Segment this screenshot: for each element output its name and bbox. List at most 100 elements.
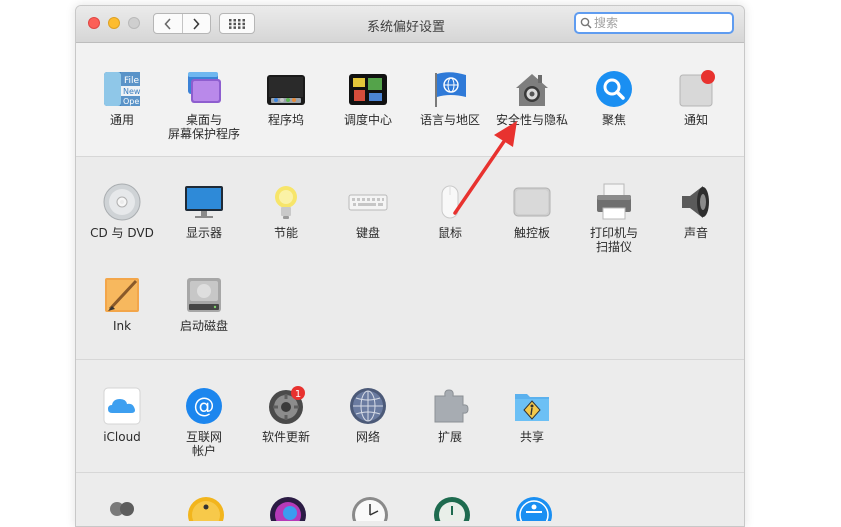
search-input[interactable] bbox=[594, 15, 726, 31]
trackpad-icon bbox=[513, 187, 551, 217]
mission-control-icon bbox=[349, 74, 387, 105]
pref-energy-saver[interactable]: 节能 bbox=[245, 182, 327, 240]
pref-label: 显示器 bbox=[185, 226, 222, 240]
search-icon bbox=[580, 17, 592, 29]
pref-cd-dvd[interactable]: CD 与 DVD bbox=[81, 182, 163, 240]
pref-label: 启动磁盘 bbox=[179, 319, 228, 333]
monitor-icon bbox=[185, 186, 223, 218]
pref-printers-scanners[interactable]: 打印机与 扫描仪 bbox=[573, 182, 655, 254]
pref-language-region[interactable]: 语言与地区 bbox=[409, 69, 491, 127]
disc-icon bbox=[103, 183, 141, 221]
pref-label: 软件更新 bbox=[261, 430, 310, 444]
speaker-icon bbox=[682, 186, 709, 218]
minimize-button[interactable] bbox=[108, 17, 120, 29]
siri-icon[interactable] bbox=[268, 495, 308, 521]
ink-icon bbox=[105, 278, 139, 312]
general-icon: File New Ope bbox=[104, 72, 141, 106]
pref-software-update[interactable]: 1 软件更新 bbox=[245, 386, 327, 444]
search-field[interactable] bbox=[574, 12, 734, 34]
users-groups-icon[interactable] bbox=[107, 501, 137, 521]
keyboard-icon bbox=[348, 194, 388, 211]
desktop-screensaver-icon bbox=[188, 72, 221, 103]
pref-label: 聚焦 bbox=[601, 113, 626, 127]
mouse-icon bbox=[441, 185, 459, 219]
hardware-section: CD 与 DVD 显示器 节能 键盘 鼠标 触控板 打印机与 扫描仪 声音 In… bbox=[76, 157, 744, 360]
show-all-button[interactable] bbox=[219, 13, 255, 34]
pref-extensions[interactable]: 扩展 bbox=[409, 386, 491, 444]
nav-buttons bbox=[153, 13, 211, 34]
pref-notifications[interactable]: 通知 bbox=[655, 69, 737, 127]
pref-keyboard[interactable]: 键盘 bbox=[327, 182, 409, 240]
system-preferences-window: 系统偏好设置 File New Ope 通用 bbox=[75, 5, 745, 527]
at-sign-icon: @ bbox=[186, 388, 222, 424]
time-machine-icon[interactable] bbox=[432, 495, 472, 521]
pref-label: 共享 bbox=[519, 430, 544, 444]
pref-label-line2: 扫描仪 bbox=[595, 240, 632, 254]
pref-label: 扩展 bbox=[437, 430, 462, 444]
pref-label: 通知 bbox=[683, 113, 708, 127]
pref-sound[interactable]: 声音 bbox=[655, 182, 737, 240]
pref-label: CD 与 DVD bbox=[90, 226, 154, 240]
printer-icon bbox=[597, 183, 631, 220]
internet-section: iCloud @ 互联网 帐户 1 软件更新 网络 扩展 共享 bbox=[76, 360, 744, 473]
pref-mission-control[interactable]: 调度中心 bbox=[327, 69, 409, 127]
sharing-folder-icon bbox=[515, 394, 549, 421]
clock-icon[interactable] bbox=[350, 495, 390, 521]
house-lock-icon bbox=[516, 74, 548, 106]
pref-label: 通用 bbox=[109, 113, 134, 127]
pref-label: 打印机与 bbox=[589, 226, 638, 240]
pref-label: 调度中心 bbox=[343, 113, 392, 127]
pref-label: iCloud bbox=[103, 430, 141, 444]
pref-spotlight[interactable]: 聚焦 bbox=[573, 69, 655, 127]
general-icon-text-2: New bbox=[123, 87, 141, 96]
forward-button[interactable] bbox=[181, 14, 211, 33]
system-section bbox=[76, 473, 744, 526]
svg-text:@: @ bbox=[194, 394, 215, 418]
pref-label: 触控板 bbox=[513, 226, 550, 240]
pref-desktop-screensaver[interactable]: 桌面与 屏幕保护程序 bbox=[163, 69, 245, 141]
pref-label: 互联网 bbox=[185, 430, 222, 444]
pref-label-line2: 帐户 bbox=[191, 444, 216, 458]
pref-label: Ink bbox=[112, 319, 132, 333]
close-button[interactable] bbox=[88, 17, 100, 29]
chevron-left-icon bbox=[164, 17, 171, 30]
pref-label: 鼠标 bbox=[437, 226, 462, 240]
gear-icon: 1 bbox=[269, 386, 305, 424]
pref-label: 程序坞 bbox=[267, 113, 304, 127]
back-button[interactable] bbox=[154, 14, 182, 33]
pref-general[interactable]: File New Ope 通用 bbox=[81, 69, 163, 127]
flag-globe-icon bbox=[435, 72, 466, 107]
pref-security-privacy[interactable]: 安全性与隐私 bbox=[491, 69, 573, 127]
pref-mouse[interactable]: 鼠标 bbox=[409, 182, 491, 240]
personal-section: File New Ope 通用 桌面与 屏幕保护程序 程序坞 调度中心 语言与地… bbox=[76, 43, 744, 157]
general-icon-text-1: File bbox=[124, 76, 140, 86]
pref-internet-accounts[interactable]: @ 互联网 帐户 bbox=[163, 386, 245, 458]
parental-controls-icon[interactable] bbox=[186, 495, 226, 521]
notifications-icon bbox=[679, 70, 715, 107]
hard-disk-icon bbox=[187, 278, 221, 312]
zoom-button[interactable] bbox=[128, 17, 140, 29]
pref-label: 语言与地区 bbox=[419, 113, 480, 127]
pref-icloud[interactable]: iCloud bbox=[81, 386, 163, 444]
lightbulb-icon bbox=[275, 186, 297, 219]
pref-label: 安全性与隐私 bbox=[495, 113, 568, 127]
grid-icon bbox=[229, 18, 245, 29]
pref-label: 桌面与 bbox=[185, 113, 222, 127]
pref-label-line2: 屏幕保护程序 bbox=[167, 127, 240, 141]
title-bar: 系统偏好设置 bbox=[76, 6, 744, 43]
pref-sharing[interactable]: 共享 bbox=[491, 386, 573, 444]
pref-label: 网络 bbox=[355, 430, 380, 444]
accessibility-icon[interactable] bbox=[514, 495, 554, 521]
pref-label: 声音 bbox=[683, 226, 708, 240]
general-icon-text-3: Ope bbox=[123, 97, 139, 106]
dock-icon bbox=[267, 75, 305, 105]
pref-network[interactable]: 网络 bbox=[327, 386, 409, 444]
chevron-right-icon bbox=[193, 17, 200, 30]
pref-label: 键盘 bbox=[355, 226, 380, 240]
window-title: 系统偏好设置 bbox=[366, 20, 445, 35]
pref-dock[interactable]: 程序坞 bbox=[245, 69, 327, 127]
pref-trackpad[interactable]: 触控板 bbox=[491, 182, 573, 240]
pref-startup-disk[interactable]: 启动磁盘 bbox=[163, 275, 245, 333]
pref-displays[interactable]: 显示器 bbox=[163, 182, 245, 240]
pref-ink[interactable]: Ink bbox=[81, 275, 163, 333]
